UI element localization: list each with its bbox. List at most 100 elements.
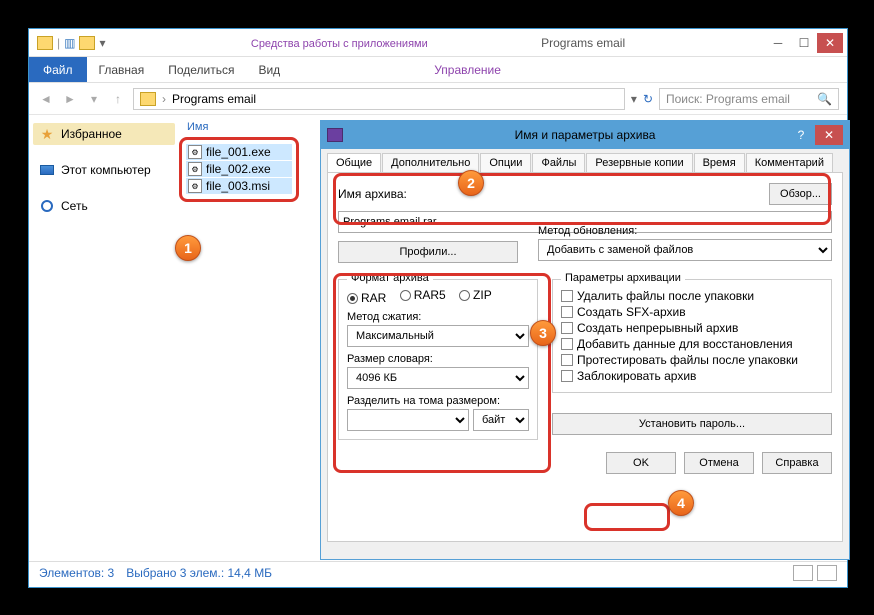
- address-bar: ◄ ► ▾ ↑ › Programs email ▾ ↻ Поиск: Prog…: [29, 83, 847, 115]
- split-unit-select[interactable]: байт: [473, 409, 529, 431]
- exe-icon: ⚙: [188, 162, 202, 176]
- archive-name-label: Имя архива:: [338, 187, 407, 201]
- computer-icon: [39, 162, 55, 178]
- browse-button[interactable]: Обзор...: [769, 183, 832, 205]
- tab-advanced[interactable]: Дополнительно: [382, 153, 479, 172]
- chk-solid[interactable]: Создать непрерывный архив: [561, 320, 823, 336]
- ok-button[interactable]: OK: [606, 452, 676, 474]
- chk-lock[interactable]: Заблокировать архив: [561, 368, 823, 384]
- set-password-button[interactable]: Установить пароль...: [552, 413, 832, 435]
- history-dropdown[interactable]: ▾: [85, 90, 103, 108]
- up-button[interactable]: ↑: [109, 90, 127, 108]
- list-item[interactable]: ⚙file_001.exe: [186, 144, 292, 160]
- format-label: Формат архива: [347, 272, 433, 284]
- dialog-tabs: Общие Дополнительно Опции Файлы Резервны…: [321, 149, 849, 172]
- breadcrumb-item[interactable]: Programs email: [172, 92, 256, 106]
- update-method-select[interactable]: Добавить с заменой файлов: [538, 239, 832, 261]
- ribbon-view[interactable]: Вид: [246, 59, 292, 81]
- status-bar: Элементов: 3 Выбрано 3 элем.: 14,4 МБ: [29, 561, 847, 583]
- sidebar-item-network[interactable]: Сеть: [33, 195, 175, 217]
- close-button[interactable]: ✕: [817, 33, 843, 53]
- window-title: Programs email: [541, 36, 625, 50]
- winrar-dialog: Имя и параметры архива ? ✕ Общие Дополни…: [320, 120, 850, 560]
- chk-test[interactable]: Протестировать файлы после упаковки: [561, 352, 823, 368]
- search-placeholder: Поиск: Programs email: [666, 92, 790, 106]
- cancel-button[interactable]: Отмена: [684, 452, 754, 474]
- props-icon[interactable]: ▥: [64, 36, 75, 50]
- minimize-button[interactable]: ─: [765, 33, 791, 53]
- chk-delete[interactable]: Удалить файлы после упаковки: [561, 288, 823, 304]
- status-count: Элементов: 3: [39, 566, 114, 580]
- msi-icon: ⚙: [188, 179, 202, 193]
- dialog-title: Имя и параметры архива: [321, 128, 849, 142]
- nav-pane: ★ Избранное Этот компьютер Сеть: [29, 115, 179, 561]
- separator: |: [57, 36, 60, 50]
- callout-1: 1: [175, 235, 201, 261]
- tab-comment[interactable]: Комментарий: [746, 153, 833, 172]
- tab-time[interactable]: Время: [694, 153, 745, 172]
- star-icon: ★: [39, 126, 55, 142]
- contextual-tab-label: Средства работы с приложениями: [251, 38, 428, 50]
- callout-3: 3: [530, 320, 556, 346]
- tab-backup[interactable]: Резервные копии: [586, 153, 692, 172]
- search-input[interactable]: Поиск: Programs email 🔍: [659, 88, 839, 110]
- ribbon-manage[interactable]: Управление: [422, 59, 513, 81]
- arch-params-label: Параметры архивации: [561, 272, 685, 284]
- compression-select[interactable]: Максимальный: [347, 325, 529, 347]
- chk-sfx[interactable]: Создать SFX-архив: [561, 304, 823, 320]
- dict-label: Размер словаря:: [347, 353, 529, 365]
- callout-2: 2: [458, 170, 484, 196]
- sidebar-label: Этот компьютер: [61, 163, 151, 177]
- dict-select[interactable]: 4096 КБ: [347, 367, 529, 389]
- list-item[interactable]: ⚙file_002.exe: [186, 161, 292, 177]
- tab-general[interactable]: Общие: [327, 153, 381, 172]
- sidebar-item-computer[interactable]: Этот компьютер: [33, 159, 175, 181]
- help-button[interactable]: ?: [787, 125, 815, 145]
- update-method-label: Метод обновления:: [538, 225, 832, 237]
- callout-4: 4: [668, 490, 694, 516]
- refresh-button[interactable]: ↻: [643, 92, 653, 106]
- chk-recovery[interactable]: Добавить данные для восстановления: [561, 336, 823, 352]
- newfolder-icon[interactable]: [79, 36, 95, 50]
- explorer-titlebar: | ▥ ▾ Средства работы с приложениями Pro…: [29, 29, 847, 57]
- radio-rar5[interactable]: RAR5: [400, 288, 446, 302]
- arch-params-group: Параметры архивации Удалить файлы после …: [552, 279, 832, 393]
- split-size-select[interactable]: [347, 409, 469, 431]
- folder-icon: [140, 92, 156, 106]
- sidebar-label: Избранное: [61, 127, 122, 141]
- dropdown-icon[interactable]: ▾: [99, 36, 105, 50]
- format-group: Формат архива RAR RAR5 ZIP Метод сжатия:…: [338, 279, 538, 440]
- maximize-button[interactable]: ☐: [791, 33, 817, 53]
- forward-button[interactable]: ►: [61, 90, 79, 108]
- radio-rar[interactable]: RAR: [347, 291, 386, 305]
- tab-files[interactable]: Файлы: [532, 153, 585, 172]
- tab-options[interactable]: Опции: [480, 153, 531, 172]
- network-icon: [39, 198, 55, 214]
- sidebar-label: Сеть: [61, 199, 88, 213]
- sidebar-item-favorites[interactable]: ★ Избранное: [33, 123, 175, 145]
- chevron-right-icon: ›: [162, 92, 166, 106]
- dialog-close-button[interactable]: ✕: [815, 125, 843, 145]
- ribbon-home[interactable]: Главная: [87, 59, 157, 81]
- dropdown-icon[interactable]: ▾: [631, 92, 637, 106]
- ribbon-share[interactable]: Поделиться: [156, 59, 246, 81]
- help-button[interactable]: Справка: [762, 452, 832, 474]
- profiles-button[interactable]: Профили...: [338, 241, 518, 263]
- folder-icon: [37, 36, 53, 50]
- back-button[interactable]: ◄: [37, 90, 55, 108]
- split-label: Разделить на тома размером:: [347, 395, 529, 407]
- view-details-button[interactable]: [793, 565, 813, 581]
- ribbon: Файл Главная Поделиться Вид Управление: [29, 57, 847, 83]
- ribbon-file[interactable]: Файл: [29, 57, 87, 82]
- file-selection-highlight: ⚙file_001.exe ⚙file_002.exe ⚙file_003.ms…: [179, 137, 299, 202]
- compression-label: Метод сжатия:: [347, 311, 529, 323]
- highlight-4: [584, 503, 670, 531]
- exe-icon: ⚙: [188, 145, 202, 159]
- radio-zip[interactable]: ZIP: [459, 288, 492, 302]
- list-item[interactable]: ⚙file_003.msi: [186, 178, 292, 194]
- status-selection: Выбрано 3 элем.: 14,4 МБ: [126, 566, 272, 580]
- view-large-button[interactable]: [817, 565, 837, 581]
- breadcrumb[interactable]: › Programs email: [133, 88, 625, 110]
- dialog-titlebar: Имя и параметры архива ? ✕: [321, 121, 849, 149]
- search-icon: 🔍: [817, 92, 832, 106]
